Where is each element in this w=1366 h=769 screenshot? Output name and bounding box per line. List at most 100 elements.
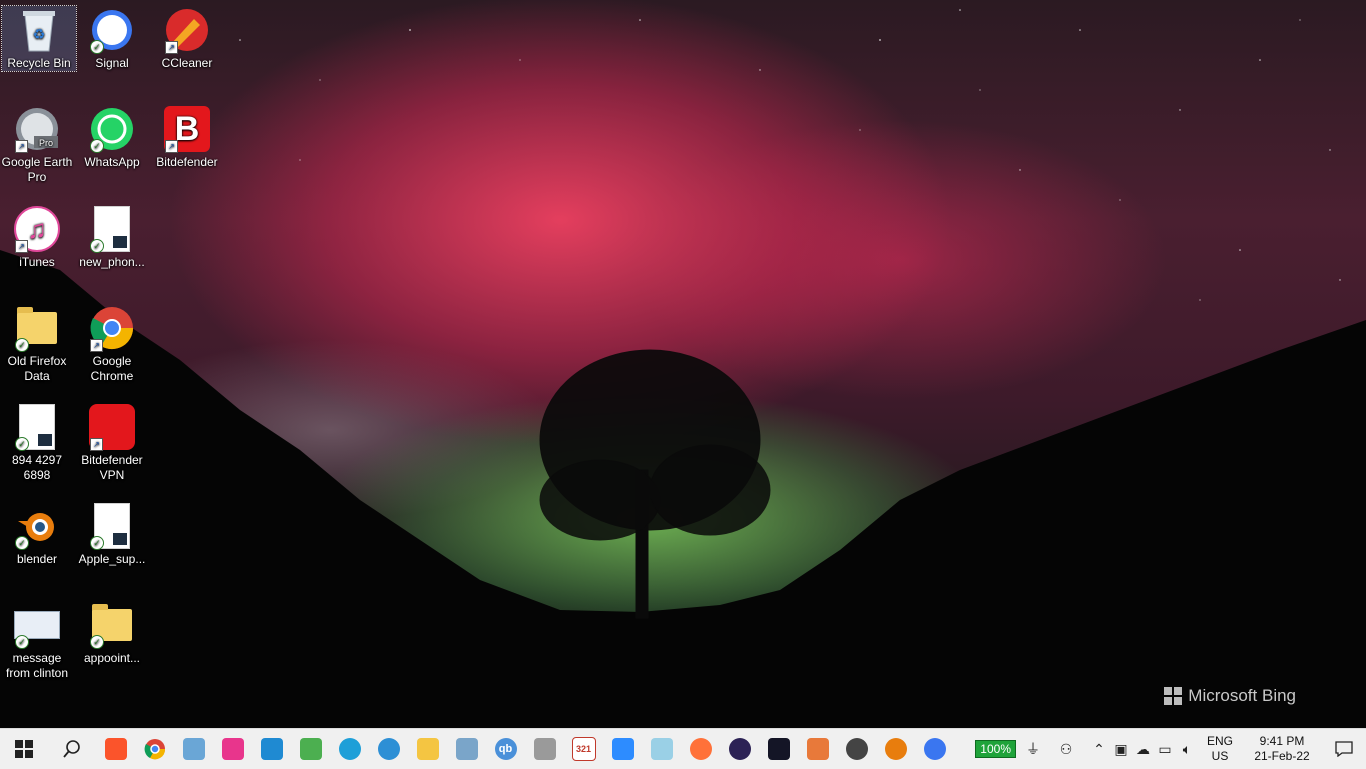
rocket-icon (806, 738, 829, 760)
sync-check-icon: ✓ (15, 635, 29, 649)
shortcut-arrow-icon: ↗ (165, 41, 178, 54)
taskbar-app-brave[interactable] (96, 729, 135, 769)
sync-check-icon: ✓ (15, 536, 29, 550)
sync-check-icon: ✓ (90, 635, 104, 649)
shield-icon (533, 738, 556, 760)
search-button[interactable] (48, 729, 96, 769)
tree-silhouette (539, 349, 771, 619)
system-tray: 100% ⏚ ⚇ ⌃ ▣ ☁ ▭ 🔈︎ ENG US 9:41 PM 21-Fe… (975, 729, 1366, 769)
volume-icon[interactable]: 🔈︎ (1176, 729, 1198, 769)
itunes-icon: ♫ ↗ (13, 205, 61, 253)
taskbar-app-keepass[interactable] (291, 729, 330, 769)
desktop-icon-itunes[interactable]: ♫ ↗ iTunes (0, 205, 74, 270)
taskbar-app-eclipse[interactable] (720, 729, 759, 769)
recycle-bin-icon: ♻ (15, 6, 63, 54)
taskbar-app-rocket[interactable] (798, 729, 837, 769)
notification-icon (1335, 741, 1353, 757)
region-code: US (1211, 749, 1229, 763)
folder-icon: ✓ (13, 304, 61, 352)
battery-icon[interactable]: ▭ (1154, 729, 1176, 769)
clock-time: 9:41 PM (1259, 734, 1305, 748)
clock[interactable]: 9:41 PM 21-Feb-22 (1242, 734, 1322, 764)
desktop-icon-new-phon[interactable]: ✓ new_phon... (75, 205, 149, 270)
qbittorrent-icon: qb (494, 738, 517, 760)
desktop-icon-bitdefender[interactable]: B ↗ Bitdefender (150, 105, 224, 170)
signal-icon (923, 738, 946, 760)
desktop-icon-google-earth-pro[interactable]: Pro ↗ Google Earth Pro (0, 105, 74, 185)
shortcut-arrow-icon: ↗ (90, 339, 103, 352)
desktop-icon-bitdefender-vpn[interactable]: ↗ Bitdefender VPN (75, 403, 149, 483)
desktop-icon-894-4297-6898[interactable]: ✓ 894 4297 6898 (0, 403, 74, 483)
paint-icon (182, 738, 205, 760)
desktop-icon-label: CCleaner (161, 56, 213, 70)
desktop-icon-message-from-clinton[interactable]: ✓ message from clinton (0, 601, 74, 681)
taskbar-app-yandex[interactable] (837, 729, 876, 769)
desktop-icon-blender[interactable]: ✓ blender (0, 502, 74, 567)
chrome-icon: ↗ (88, 304, 136, 352)
clock-date: 21-Feb-22 (1254, 749, 1310, 763)
yandex-icon (845, 738, 868, 760)
desktop-icon-label: Apple_sup... (78, 552, 146, 566)
blender-icon (884, 738, 907, 760)
desktop-icon-whatsapp[interactable]: ✓ WhatsApp (75, 105, 149, 170)
battery-percent[interactable]: 100% (975, 740, 1016, 758)
zoom-icon (611, 738, 634, 760)
desktop-icon-apple-sup[interactable]: ✓ Apple_sup... (75, 502, 149, 567)
taskbar-app-cortana[interactable] (369, 729, 408, 769)
bitdefender-vpn-icon: ↗ (88, 403, 136, 451)
desktop-icon-old-firefox-data[interactable]: ✓ Old Firefox Data (0, 304, 74, 384)
language-code: ENG (1206, 734, 1233, 748)
bing-label: Microsoft Bing (1188, 686, 1296, 705)
sync-check-icon: ✓ (90, 239, 104, 253)
taskbar-app-bitdefender-shield[interactable] (525, 729, 564, 769)
desktop-icon-label: 894 4297 6898 (11, 453, 63, 482)
taskbar-app-blender[interactable] (876, 729, 915, 769)
document-icon: ✓ (13, 403, 61, 451)
desktop-icon-label: Google Earth Pro (1, 155, 73, 184)
microsoft-logo-icon (1164, 687, 1183, 705)
taskbar-app-chrome[interactable] (135, 729, 174, 769)
ccleaner-icon: ↗ (163, 6, 211, 54)
onedrive-cloud-icon[interactable]: ☁ (1132, 729, 1154, 769)
taskbar-app-firefox[interactable] (681, 729, 720, 769)
sync-check-icon: ✓ (90, 139, 104, 153)
taskbar-app-zoom[interactable] (603, 729, 642, 769)
taskbar-app-notes[interactable] (642, 729, 681, 769)
wps-icon (221, 738, 244, 760)
taskbar-app-calendar[interactable]: 321 (564, 729, 603, 769)
taskbar-app-signal[interactable] (915, 729, 954, 769)
power-plug-icon[interactable]: ⏚ (1022, 729, 1044, 769)
desktop-icon-recycle-bin[interactable]: ♻ Recycle Bin (1, 5, 77, 72)
edge-icon (338, 738, 361, 760)
desktop-icon-ccleaner[interactable]: ↗ CCleaner (150, 6, 224, 71)
input-language[interactable]: ENG US (1198, 734, 1242, 764)
action-center-button[interactable] (1322, 729, 1366, 769)
sync-check-icon: ✓ (90, 40, 104, 54)
svg-text:Pro: Pro (39, 138, 53, 148)
taskbar-app-speedtest[interactable] (759, 729, 798, 769)
desktop-icon-label: WhatsApp (84, 155, 140, 169)
desktop-icon-appooint[interactable]: ✓ appooint... (75, 601, 149, 666)
taskbar-app-qbittorrent[interactable]: qb (486, 729, 525, 769)
desktop-icon-label: iTunes (19, 255, 55, 269)
shortcut-arrow-icon: ↗ (90, 438, 103, 451)
taskbar-app-file-explorer[interactable] (408, 729, 447, 769)
sync-check-icon: ✓ (15, 437, 29, 451)
shortcut-arrow-icon: ↗ (15, 140, 28, 153)
desktop-icon-label: Google Chrome (90, 354, 134, 383)
desktop-icon-google-chrome[interactable]: ↗ Google Chrome (75, 304, 149, 384)
taskbar-app-snipping[interactable] (447, 729, 486, 769)
taskbar-app-wps[interactable] (213, 729, 252, 769)
calendar-icon: 321 (571, 737, 596, 761)
start-button[interactable] (0, 729, 48, 769)
taskbar-app-vscode[interactable] (252, 729, 291, 769)
chevron-up-icon[interactable]: ⌃ (1088, 729, 1110, 769)
desktop-icon-label: appooint... (83, 651, 141, 665)
firefox-icon (689, 738, 712, 760)
people-icon[interactable]: ⚇ (1044, 729, 1088, 769)
google-earth-icon: Pro ↗ (13, 105, 61, 153)
taskbar-app-edge[interactable] (330, 729, 369, 769)
meet-now-icon[interactable]: ▣ (1110, 729, 1132, 769)
taskbar-app-paint[interactable] (174, 729, 213, 769)
desktop-icon-signal[interactable]: ✓ Signal (75, 6, 149, 71)
